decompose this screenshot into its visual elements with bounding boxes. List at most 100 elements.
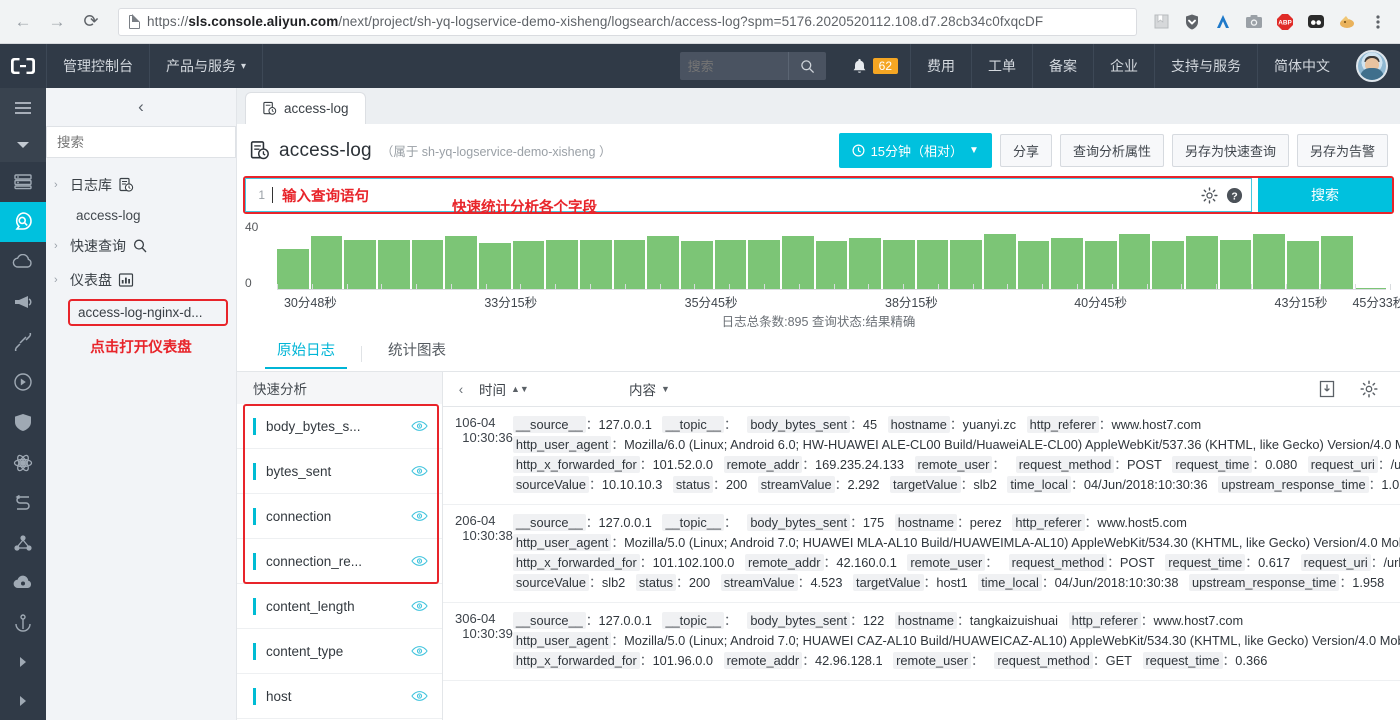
log-field-key[interactable]: http_referer bbox=[1026, 416, 1099, 433]
log-field-key[interactable]: hostname bbox=[887, 416, 950, 433]
log-field-key[interactable]: http_user_agent bbox=[512, 534, 612, 551]
log-field-key[interactable]: __source__ bbox=[512, 514, 586, 531]
chart-bars[interactable] bbox=[277, 218, 1387, 290]
log-field-key[interactable]: remote_user bbox=[907, 554, 986, 571]
global-search-input[interactable] bbox=[679, 52, 788, 80]
chart-bar[interactable] bbox=[277, 248, 309, 290]
save-as-quick-query-button[interactable]: 另存为快速查询 bbox=[1171, 134, 1289, 167]
shield-icon[interactable] bbox=[1182, 12, 1202, 32]
search-icon[interactable] bbox=[787, 52, 826, 80]
reload-icon[interactable]: ⟳ bbox=[78, 9, 104, 35]
chart-bar[interactable] bbox=[344, 239, 377, 290]
nav-item-support[interactable]: 支持与服务 bbox=[1155, 44, 1257, 88]
notifications[interactable]: 62 bbox=[840, 58, 910, 75]
cloud-icon[interactable] bbox=[0, 242, 46, 282]
log-field-key[interactable]: remote_user bbox=[914, 456, 993, 473]
log-field-key[interactable]: hostname bbox=[894, 514, 957, 531]
chart-bar[interactable] bbox=[1287, 241, 1319, 290]
forward-arrow-icon[interactable]: → bbox=[44, 9, 70, 35]
eye-icon[interactable] bbox=[411, 645, 428, 657]
log-field-key[interactable]: request_time bbox=[1142, 652, 1223, 669]
field-row[interactable]: connection_re... bbox=[237, 539, 442, 584]
tree-search-input[interactable] bbox=[47, 127, 244, 157]
query-editor[interactable]: 1 输入查询语句 ? bbox=[245, 178, 1252, 212]
chart-bar[interactable] bbox=[681, 241, 713, 290]
avatar[interactable] bbox=[1356, 50, 1388, 82]
aliyun-logo[interactable] bbox=[0, 44, 46, 88]
field-row[interactable]: content_length bbox=[237, 584, 442, 629]
eye-icon[interactable] bbox=[411, 465, 428, 477]
chart-bar[interactable] bbox=[1152, 241, 1185, 290]
gear-icon[interactable] bbox=[1201, 186, 1218, 204]
anchor-icon[interactable] bbox=[0, 603, 46, 643]
log-field-key[interactable]: request_uri bbox=[1300, 554, 1371, 571]
chart-bar[interactable] bbox=[1253, 234, 1286, 290]
global-search[interactable] bbox=[679, 52, 826, 80]
log-field-key[interactable]: http_x_forwarded_for bbox=[512, 652, 640, 669]
log-field-key[interactable]: __source__ bbox=[512, 612, 586, 629]
caret-down-icon[interactable] bbox=[0, 128, 46, 162]
eye-icon[interactable] bbox=[411, 555, 428, 567]
chart-bar[interactable] bbox=[782, 236, 814, 290]
chart-bar[interactable] bbox=[1051, 237, 1084, 290]
chart-bar[interactable] bbox=[714, 239, 747, 290]
camera-icon[interactable] bbox=[1244, 12, 1264, 32]
field-row[interactable]: connection bbox=[237, 494, 442, 539]
chevron-left-icon[interactable]: ‹ bbox=[443, 382, 479, 397]
nav-item-enterprise[interactable]: 企业 bbox=[1094, 44, 1154, 88]
chart-bar[interactable] bbox=[1320, 236, 1353, 290]
chart-bar[interactable] bbox=[378, 239, 410, 290]
cd-icon[interactable] bbox=[0, 362, 46, 402]
chart-bar[interactable] bbox=[1017, 241, 1050, 290]
time-range-button[interactable]: 15分钟（相对） ▼ bbox=[838, 133, 992, 168]
log-field-key[interactable]: status bbox=[672, 476, 714, 493]
search-button[interactable]: 搜索 bbox=[1258, 178, 1392, 212]
atom-icon[interactable] bbox=[0, 442, 46, 482]
tree-node-quick-query[interactable]: › 快速查询 bbox=[46, 229, 236, 263]
address-bar[interactable]: https://sls.console.aliyun.com/next/proj… bbox=[118, 7, 1137, 36]
chevron-left-icon[interactable]: ‹ bbox=[46, 88, 236, 126]
field-row[interactable]: body_bytes_s... bbox=[237, 404, 442, 449]
bookmark-icon[interactable] bbox=[1151, 12, 1171, 32]
share-button[interactable]: 分享 bbox=[999, 134, 1052, 167]
cloud-db-icon[interactable] bbox=[0, 563, 46, 603]
menu-dots-icon[interactable] bbox=[1368, 12, 1388, 32]
chart-bar[interactable] bbox=[748, 239, 781, 290]
log-field-key[interactable]: request_method bbox=[1008, 554, 1108, 571]
chart-bar[interactable] bbox=[1186, 236, 1218, 290]
log-field-key[interactable]: remote_user bbox=[893, 652, 971, 669]
field-row[interactable]: content_type bbox=[237, 629, 442, 674]
eye-icon[interactable] bbox=[411, 600, 428, 612]
log-field-key[interactable]: upstream_response_time bbox=[1189, 574, 1340, 591]
shield-icon[interactable] bbox=[0, 402, 46, 442]
tree-leaf-dashboard-highlighted[interactable]: access-log-nginx-d... bbox=[68, 299, 228, 326]
play-right-icon[interactable] bbox=[0, 643, 46, 681]
tree-search[interactable] bbox=[46, 126, 259, 158]
chevron-down-icon[interactable]: ▼ bbox=[661, 384, 670, 394]
log-field-key[interactable]: streamValue bbox=[757, 476, 835, 493]
field-row[interactable]: host bbox=[237, 674, 442, 719]
log-field-key[interactable]: http_referer bbox=[1068, 612, 1141, 629]
tab-statistics-chart[interactable]: 统计图表 bbox=[362, 339, 472, 368]
log-field-key[interactable]: sourceValue bbox=[512, 476, 590, 493]
gear-icon[interactable] bbox=[1360, 380, 1378, 398]
sidebar-item-logsearch[interactable] bbox=[0, 201, 46, 242]
log-field-key[interactable]: targetValue bbox=[890, 476, 961, 493]
help-icon[interactable]: ? bbox=[1226, 187, 1243, 204]
log-field-key[interactable]: streamValue bbox=[720, 574, 798, 591]
duck-icon[interactable] bbox=[1337, 12, 1357, 32]
chart-bar[interactable] bbox=[546, 239, 579, 290]
log-field-key[interactable]: remote_addr bbox=[744, 554, 824, 571]
chart-bar[interactable] bbox=[1085, 241, 1117, 290]
chart-bar[interactable] bbox=[916, 239, 949, 290]
log-field-key[interactable]: body_bytes_sent bbox=[747, 612, 851, 629]
log-field-key[interactable]: time_local bbox=[1007, 476, 1072, 493]
chart-bar[interactable] bbox=[580, 239, 612, 290]
log-field-key[interactable]: __source__ bbox=[512, 416, 586, 433]
chart-bar[interactable] bbox=[512, 241, 545, 290]
eye-icon[interactable] bbox=[411, 510, 428, 522]
log-field-key[interactable]: http_user_agent bbox=[512, 436, 612, 453]
link-icon[interactable] bbox=[0, 322, 46, 362]
column-header-time[interactable]: 时间 ▲▼ bbox=[479, 379, 629, 399]
flow-icon[interactable] bbox=[0, 483, 46, 523]
